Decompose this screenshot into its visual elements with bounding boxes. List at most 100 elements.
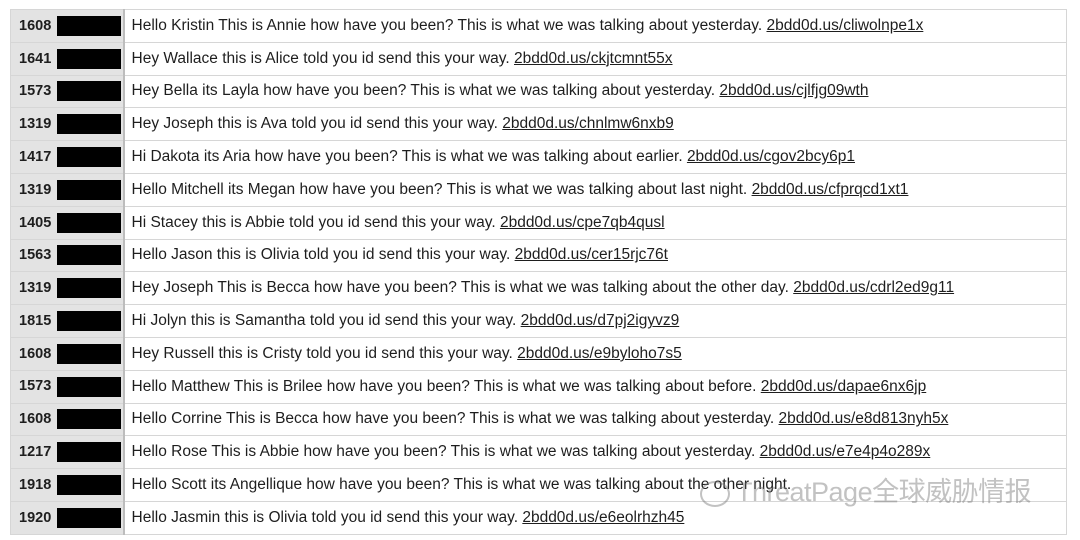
message-cell: Hello Jason this is Olivia told you id s…	[123, 238, 1067, 273]
message-text: Hi Jolyn this is Samantha told you id se…	[131, 312, 521, 330]
message-link[interactable]: 2bdd0d.us/e7e4p4o289x	[760, 443, 931, 460]
message-cell: Hey Wallace this is Alice told you id se…	[123, 41, 1067, 76]
message-cell: Hello Scott its Angellique how have you …	[123, 468, 1067, 502]
sender-cell: 1417	[10, 140, 125, 174]
message-text: Hey Joseph This is Becca how have you be…	[131, 279, 789, 297]
message-link[interactable]: 2bdd0d.us/e8d813nyh5x	[779, 410, 949, 427]
message-cell: Hi Dakota its Aria how have you been? Th…	[123, 140, 1067, 174]
sender-prefix: 1217	[19, 444, 52, 461]
sender-cell: 1573	[10, 74, 125, 109]
table-row: 1918 Hello Scott its Angellique how have…	[10, 468, 1067, 502]
sender-cell: 1920	[10, 500, 125, 535]
message-link[interactable]: 2bdd0d.us/cfprqcd1xt1	[752, 181, 909, 198]
table-row: 1815 Hi Jolyn this is Samantha told you …	[10, 304, 1067, 338]
sender-prefix: 1405	[19, 214, 52, 231]
redaction-box	[57, 409, 121, 430]
redaction-box	[57, 147, 121, 168]
table-row: 1217 Hello Rose This is Abbie how have y…	[10, 435, 1067, 470]
sender-prefix: 1608	[19, 345, 52, 362]
sender-cell: 1217	[10, 435, 125, 470]
sender-prefix: 1608	[19, 411, 52, 428]
message-text: Hello Jasmin this is Olivia told you id …	[131, 508, 523, 526]
message-link[interactable]: 2bdd0d.us/e6eolrhzh45	[522, 509, 684, 526]
sender-cell: 1641	[10, 41, 125, 76]
message-cell: Hello Rose This is Abbie how have you be…	[123, 435, 1067, 470]
sender-cell: 1815	[10, 304, 125, 338]
table-row: 1319 Hey Joseph this is Ava told you id …	[10, 107, 1067, 142]
table-row: 1563 Hello Jason this is Olivia told you…	[10, 238, 1067, 273]
message-cell: Hey Joseph this is Ava told you id send …	[123, 107, 1067, 142]
table-row: 1608 Hello Kristin This is Annie how hav…	[10, 9, 1067, 43]
message-cell: Hello Matthew This is Brilee how have yo…	[123, 369, 1067, 404]
redaction-box	[57, 442, 121, 463]
redaction-box	[57, 475, 121, 496]
sender-prefix: 1641	[19, 50, 52, 67]
redaction-box	[57, 81, 121, 102]
message-text: Hello Corrine This is Becca how have you…	[131, 410, 775, 428]
sender-cell: 1563	[10, 238, 125, 273]
sender-prefix: 1573	[19, 378, 52, 395]
message-text: Hey Bella its Layla how have you been? T…	[131, 82, 716, 100]
message-text: Hello Jason this is Olivia told you id s…	[131, 246, 515, 264]
message-cell: Hey Russell this is Cristy told you id s…	[123, 336, 1067, 371]
redaction-box	[57, 343, 121, 364]
sender-prefix: 1573	[19, 83, 52, 100]
message-cell: Hi Stacey this is Abbie told you id send…	[123, 205, 1067, 240]
message-text: Hello Scott its Angellique how have you …	[131, 476, 792, 494]
table-row: 1405 Hi Stacey this is Abbie told you id…	[10, 205, 1067, 240]
message-link[interactable]: 2bdd0d.us/cjlfjg09wth	[719, 82, 868, 99]
message-text: Hi Dakota its Aria how have you been? Th…	[131, 148, 683, 166]
message-text: Hello Mitchell its Megan how have you be…	[131, 180, 748, 198]
message-text: Hey Wallace this is Alice told you id se…	[131, 49, 514, 67]
message-link[interactable]: 2bdd0d.us/cpe7qb4qusl	[500, 214, 665, 231]
message-link[interactable]: 2bdd0d.us/chnlmw6nxb9	[502, 115, 673, 132]
message-link[interactable]: 2bdd0d.us/cliwolnpe1x	[766, 17, 923, 34]
table-row: 1573 Hey Bella its Layla how have you be…	[10, 74, 1067, 109]
message-text: Hello Matthew This is Brilee how have yo…	[131, 377, 757, 395]
sender-cell: 1405	[10, 205, 125, 240]
sender-cell: 1608	[10, 402, 125, 437]
sender-cell: 1608	[10, 336, 125, 371]
redaction-box	[57, 114, 121, 135]
message-cell: Hey Joseph This is Becca how have you be…	[123, 271, 1067, 306]
redaction-box	[57, 376, 121, 397]
message-link[interactable]: 2bdd0d.us/cdrl2ed9g11	[793, 279, 954, 296]
sender-prefix: 1563	[19, 247, 52, 264]
sender-prefix: 1319	[19, 116, 52, 133]
table-row: 1641 Hey Wallace this is Alice told you …	[10, 41, 1067, 76]
redaction-box	[57, 507, 121, 528]
message-cell: Hello Kristin This is Annie how have you…	[123, 9, 1067, 43]
sender-cell: 1608	[10, 9, 125, 43]
sender-cell: 1319	[10, 271, 125, 306]
message-link[interactable]: 2bdd0d.us/d7pj2igyvz9	[521, 312, 680, 329]
sender-prefix: 1319	[19, 280, 52, 297]
table-row: 1319 Hello Mitchell its Megan how have y…	[10, 172, 1067, 207]
sender-cell: 1319	[10, 107, 125, 142]
message-text: Hello Kristin This is Annie how have you…	[131, 16, 763, 34]
redaction-box	[57, 245, 121, 266]
redaction-box	[57, 48, 121, 69]
message-text: Hi Stacey this is Abbie told you id send…	[131, 213, 500, 231]
sender-prefix: 1319	[19, 181, 52, 198]
redaction-box	[57, 179, 121, 200]
message-link[interactable]: 2bdd0d.us/dapae6nx6jp	[761, 378, 926, 395]
sender-prefix: 1815	[19, 312, 52, 329]
table-row: 1319 Hey Joseph This is Becca how have y…	[10, 271, 1067, 306]
message-link[interactable]: 2bdd0d.us/e9byloho7s5	[517, 345, 682, 362]
message-cell: Hello Corrine This is Becca how have you…	[123, 402, 1067, 437]
table-row: 1608 Hello Corrine This is Becca how hav…	[10, 402, 1067, 437]
sender-prefix: 1417	[19, 148, 52, 165]
table-row: 1608 Hey Russell this is Cristy told you…	[10, 336, 1067, 371]
sender-cell: 1319	[10, 172, 125, 207]
message-link[interactable]: 2bdd0d.us/ckjtcmnt55x	[514, 50, 673, 67]
sender-cell: 1573	[10, 369, 125, 404]
sender-prefix: 1918	[19, 476, 52, 493]
sender-prefix: 1608	[19, 17, 52, 34]
message-link[interactable]: 2bdd0d.us/cer15rjc76t	[515, 246, 668, 263]
message-cell: Hi Jolyn this is Samantha told you id se…	[123, 304, 1067, 338]
messages-table: 1608 Hello Kristin This is Annie how hav…	[10, 9, 1067, 535]
redaction-box	[57, 278, 121, 299]
message-text: Hey Russell this is Cristy told you id s…	[131, 344, 518, 362]
message-link[interactable]: 2bdd0d.us/cgov2bcy6p1	[687, 148, 855, 165]
message-text: Hello Rose This is Abbie how have you be…	[131, 443, 756, 461]
